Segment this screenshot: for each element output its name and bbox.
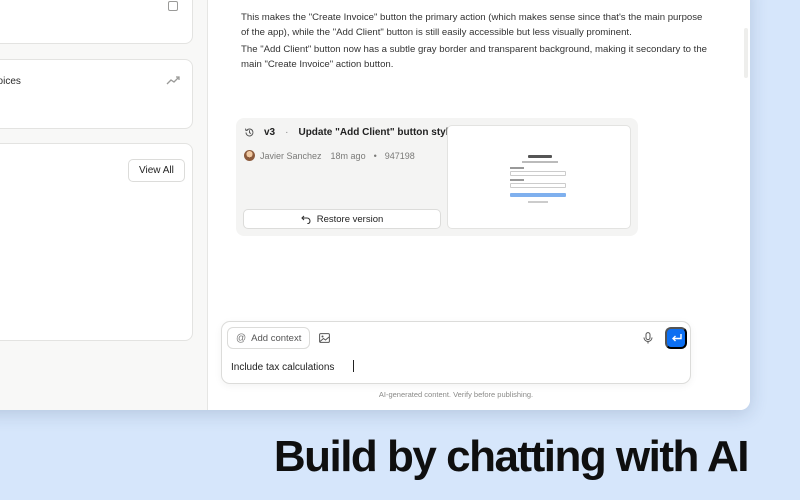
- version-header: v3 · Update "Add Client" button style: [244, 127, 454, 138]
- version-commit: 947198: [384, 150, 415, 161]
- preview-input-box: [510, 183, 566, 188]
- version-time: 18m ago: [330, 150, 366, 161]
- invoices-card: nvoices: [0, 59, 193, 129]
- version-number: v3: [264, 127, 276, 138]
- marketing-tagline: Build by chatting with AI: [273, 432, 750, 481]
- chat-input[interactable]: [231, 359, 681, 375]
- chat-pane: This makes the "Create Invoice" button t…: [208, 0, 750, 410]
- recent-invoices-card: View All: [0, 143, 193, 341]
- scrollbar[interactable]: [744, 28, 748, 78]
- assistant-message: The "Add Client" button now has a subtle…: [241, 44, 707, 70]
- history-icon: [244, 128, 254, 137]
- enter-icon: [671, 334, 682, 342]
- avatar: [244, 150, 255, 161]
- view-all-button[interactable]: View All: [128, 159, 185, 182]
- card-icon: [168, 1, 178, 11]
- preview-button-bar: [510, 193, 566, 197]
- app-window: nvoices View All This makes the "Create …: [0, 0, 750, 410]
- ai-disclaimer: AI-generated content. Verify before publ…: [378, 390, 534, 399]
- microphone-icon[interactable]: [643, 332, 653, 344]
- version-meta: Javier Sanchez 18m ago • 947198: [244, 150, 415, 161]
- preview-label-line: [510, 179, 524, 181]
- version-card[interactable]: v3 · Update "Add Client" button style Ja…: [236, 118, 638, 236]
- trend-up-icon: [166, 76, 180, 85]
- version-separator: ·: [285, 127, 289, 138]
- chat-composer: @ Add context: [221, 321, 691, 384]
- assistant-message: This makes the "Create Invoice" button t…: [241, 12, 703, 38]
- text-caret: [353, 360, 354, 372]
- preview-subtitle-line: [522, 161, 558, 163]
- add-context-label: Add context: [251, 332, 302, 344]
- version-title: Update "Add Client" button style: [298, 127, 455, 138]
- restore-label: Restore version: [316, 213, 384, 225]
- image-icon[interactable]: [319, 333, 330, 343]
- send-button[interactable]: [665, 327, 687, 349]
- version-preview-thumbnail[interactable]: [447, 125, 631, 229]
- add-context-button[interactable]: @ Add context: [227, 327, 311, 349]
- undo-icon: [300, 215, 311, 224]
- restore-version-button[interactable]: Restore version: [243, 209, 441, 229]
- invoices-card-label: nvoices: [0, 76, 21, 87]
- at-sign-icon: @: [236, 332, 247, 344]
- summary-card: [0, 0, 193, 44]
- dashboard-pane: nvoices View All: [0, 0, 208, 410]
- version-author: Javier Sanchez: [260, 150, 322, 161]
- meta-bullet: •: [373, 150, 377, 161]
- preview-input-box: [510, 171, 566, 176]
- preview-label-line: [510, 167, 524, 169]
- preview-title-line: [528, 155, 552, 158]
- preview-link-line: [528, 201, 548, 203]
